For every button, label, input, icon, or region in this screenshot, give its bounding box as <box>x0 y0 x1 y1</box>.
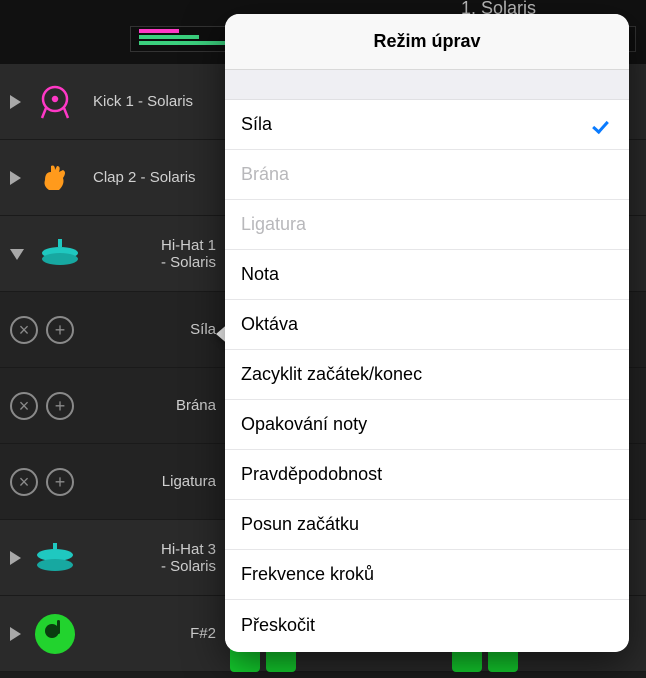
popover-title: Režim úprav <box>225 14 629 70</box>
expand-icon[interactable] <box>10 249 24 260</box>
play-icon[interactable] <box>10 171 21 185</box>
edit-mode-option-posun[interactable]: Posun začátku <box>225 500 629 550</box>
option-label: Zacyklit začátek/konec <box>241 364 422 385</box>
option-label: Posun začátku <box>241 514 359 535</box>
option-label: Frekvence kroků <box>241 564 374 585</box>
play-icon[interactable] <box>10 627 21 641</box>
play-icon[interactable] <box>10 95 21 109</box>
checkmark-icon <box>593 118 613 132</box>
option-label: Opakování noty <box>241 414 367 435</box>
option-label: Pravděpodobnost <box>241 464 382 485</box>
popover-list: Síla Brána Ligatura Nota Oktáva Zacyklit… <box>225 100 629 652</box>
hihat-icon <box>33 536 77 580</box>
option-label: Síla <box>241 114 272 135</box>
remove-row-button[interactable]: × <box>10 392 38 420</box>
add-row-button[interactable]: + <box>46 468 74 496</box>
play-icon[interactable] <box>10 551 21 565</box>
note-icon <box>33 612 77 656</box>
edit-mode-option-sila[interactable]: Síla <box>225 100 629 150</box>
track-label: Kick 1 - Solaris <box>93 93 193 110</box>
edit-mode-option-frekvence[interactable]: Frekvence kroků <box>225 550 629 600</box>
timeline-region-c <box>139 41 229 45</box>
edit-mode-popover: Režim úprav Síla Brána Ligatura Nota Okt… <box>225 14 629 652</box>
track-label: Clap 2 - Solaris <box>93 169 196 186</box>
remove-row-button[interactable]: × <box>10 316 38 344</box>
timeline-region-a <box>139 29 179 33</box>
option-label: Oktáva <box>241 314 298 335</box>
kick-icon <box>33 80 77 124</box>
timeline-region-b <box>139 35 199 39</box>
option-label: Nota <box>241 264 279 285</box>
option-label: Brána <box>241 164 289 185</box>
edit-mode-option-preskocit[interactable]: Přeskočit <box>225 600 629 650</box>
hihat-icon <box>38 232 82 276</box>
edit-mode-option-nota[interactable]: Nota <box>225 250 629 300</box>
edit-mode-option-ligatura[interactable]: Ligatura <box>225 200 629 250</box>
edit-mode-option-zacyklit[interactable]: Zacyklit začátek/konec <box>225 350 629 400</box>
add-row-button[interactable]: + <box>46 316 74 344</box>
option-label: Ligatura <box>241 214 306 235</box>
remove-row-button[interactable]: × <box>10 468 38 496</box>
option-label: Přeskočit <box>241 615 315 636</box>
edit-mode-option-brana[interactable]: Brána <box>225 150 629 200</box>
edit-mode-option-opakovani[interactable]: Opakování noty <box>225 400 629 450</box>
clap-icon <box>33 156 77 200</box>
edit-mode-option-oktava[interactable]: Oktáva <box>225 300 629 350</box>
edit-mode-option-pravdepodobnost[interactable]: Pravděpodobnost <box>225 450 629 500</box>
popover-section-spacer <box>225 70 629 100</box>
add-row-button[interactable]: + <box>46 392 74 420</box>
